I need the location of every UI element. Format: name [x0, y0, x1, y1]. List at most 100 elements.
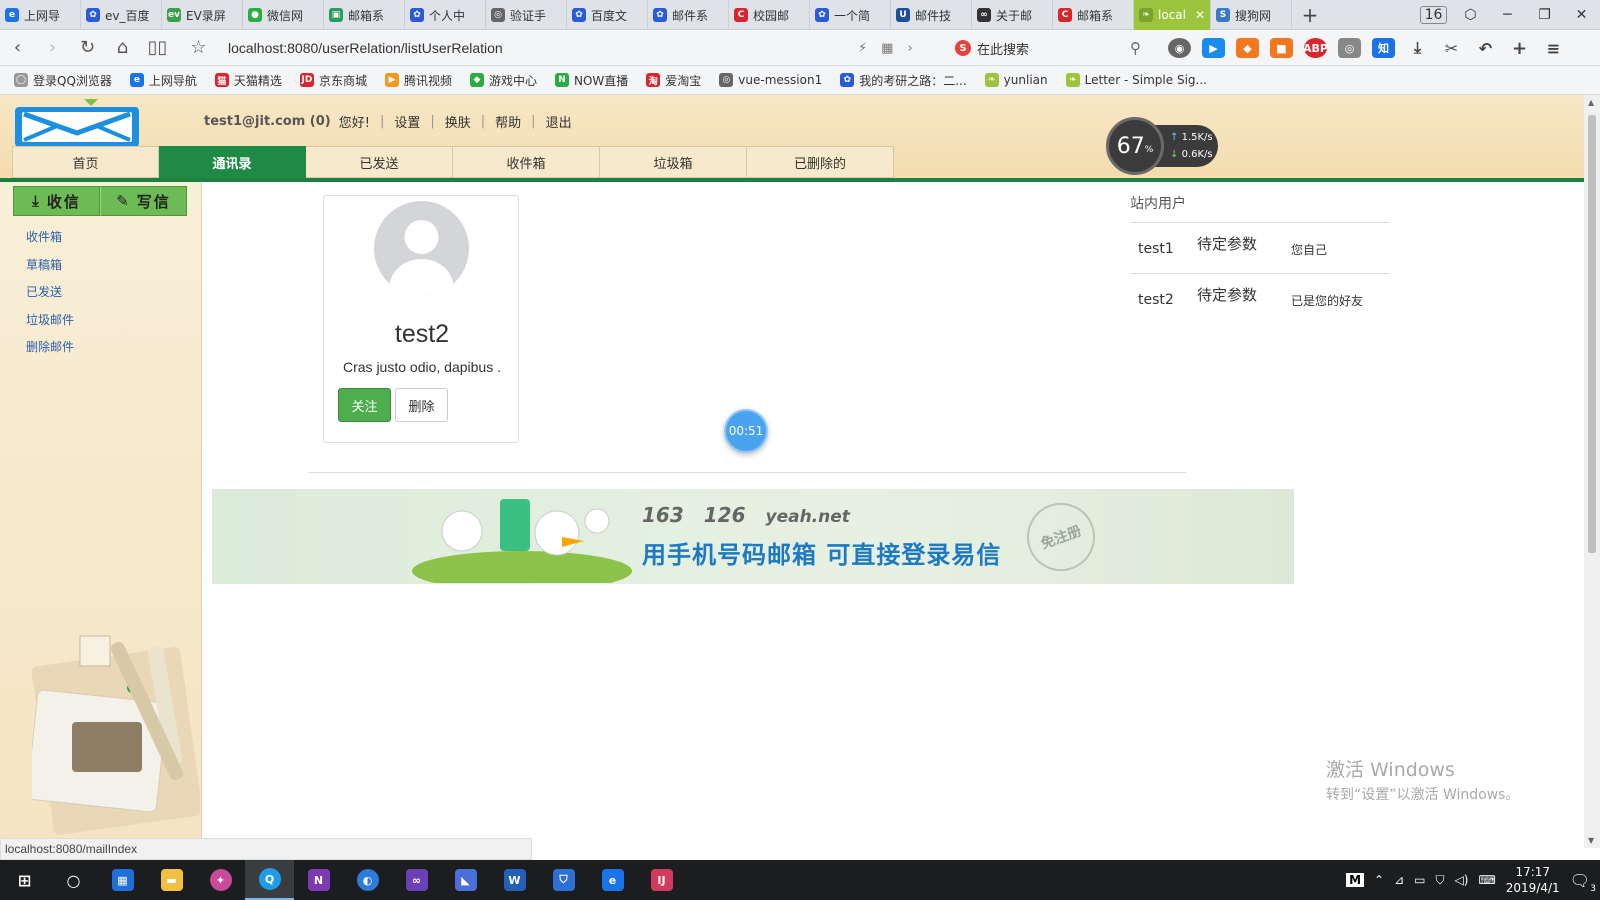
page-scrollbar[interactable]: ▲ ▼ [1584, 95, 1600, 848]
bookmark-item[interactable]: JD 京东商城 [299, 72, 367, 89]
receive-button[interactable]: ⤓ 收信 [13, 186, 100, 216]
taskbar-app-10[interactable]: ◣ [441, 860, 490, 900]
cortana-button[interactable]: ○ [49, 860, 98, 900]
browser-tab[interactable]: ev EV录屏 [162, 0, 243, 30]
adblock-icon[interactable]: ABP [1303, 38, 1328, 58]
ime-indicator[interactable]: M [1346, 873, 1365, 887]
taskbar-vs[interactable]: ∞ [392, 860, 441, 900]
battery-icon[interactable]: ▭ [1414, 873, 1425, 887]
bookmark-item[interactable]: ◎ vue-mession1 [719, 73, 822, 87]
bookmark-item[interactable]: ❧ yunlian [984, 73, 1048, 87]
scroll-up-icon[interactable]: ▲ [1588, 98, 1594, 107]
browser-tab[interactable]: ◎ 验证手 [486, 0, 567, 30]
user-name[interactable]: test1 [1138, 241, 1174, 257]
user-name[interactable]: test2 [1138, 292, 1174, 308]
taskbar-edge[interactable]: e [588, 860, 637, 900]
logout-link[interactable]: 退出 [546, 112, 572, 131]
advertisement-banner[interactable]: 163 126 yeah.net 用手机号码邮箱 可直接登录易信 免注册 [212, 489, 1294, 584]
scrollbar-thumb[interactable] [1588, 115, 1596, 553]
undo-icon[interactable]: ↶ [1474, 38, 1497, 58]
search-placeholder[interactable]: 在此搜索 [977, 39, 1029, 58]
skin-link[interactable]: 换肤 [445, 112, 471, 131]
url-field[interactable]: localhost:8080/userRelation/listUserRela… [228, 40, 828, 56]
settings-link[interactable]: 设置 [394, 112, 420, 131]
restore-button[interactable]: ❐ [1526, 7, 1563, 23]
bookmark-item[interactable]: ▶ 腾讯视频 [384, 72, 452, 89]
browser-tab[interactable]: C 校园邮 [729, 0, 810, 30]
folder-sent[interactable]: 已发送 [26, 283, 74, 311]
nav-deleted[interactable]: 已删除的 [747, 146, 894, 178]
bookmark-item[interactable]: ◯ 登录QQ浏览器 [14, 72, 112, 89]
lightning-icon[interactable]: ⚡ [858, 41, 867, 56]
minimize-button[interactable]: ─ [1489, 7, 1526, 23]
nav-contacts[interactable]: 通讯录 [159, 146, 306, 178]
bookmark-item[interactable]: ◆ 游戏中心 [469, 72, 537, 89]
bookmark-item[interactable]: ✿ 我的考研之路：二... [840, 72, 967, 89]
taskbar-intellij[interactable]: IJ [637, 860, 686, 900]
browser-tab[interactable]: ✿ ev_百度 [81, 0, 162, 30]
delete-button[interactable]: 删除 [395, 388, 448, 422]
browser-tab[interactable]: C 邮箱系 [1053, 0, 1134, 30]
volume-icon[interactable]: ◁) [1455, 873, 1469, 887]
browser-tab[interactable]: ❧ local ✕ [1134, 0, 1211, 30]
browser-tab[interactable]: e 上网导 [0, 0, 81, 30]
browser-tab[interactable]: U 邮件技 [891, 0, 972, 30]
browser-tab[interactable]: S 搜狗网 [1211, 0, 1292, 30]
download-icon[interactable]: ⤓ [1406, 38, 1429, 58]
browser-tab[interactable]: ✿ 百度文 [567, 0, 648, 30]
taskbar-store[interactable]: ▦ [98, 860, 147, 900]
bookmark-item[interactable]: 猫天猫精选 [214, 72, 282, 89]
taskbar-browser2[interactable]: ◐ [343, 860, 392, 900]
forward-button[interactable]: › [35, 37, 70, 58]
compose-button[interactable]: ✎ 写信 [100, 186, 187, 216]
nav-inbox[interactable]: 收件箱 [453, 146, 600, 178]
shield-icon[interactable]: ⛉ [1436, 873, 1445, 888]
nav-sent[interactable]: 已发送 [306, 146, 453, 178]
browser-tab[interactable]: ✿ 个人中 [405, 0, 486, 30]
network-speed-widget[interactable]: ↑ 1.5K/s ↓ 0.6K/s 67% [1106, 117, 1226, 177]
recording-timer[interactable]: 00:51 [724, 409, 768, 453]
taskbar-onenote[interactable]: N [294, 860, 343, 900]
zhihu-icon[interactable]: 知 [1372, 38, 1395, 58]
gamepad-icon[interactable]: ◆ [1236, 38, 1259, 58]
plus-icon[interactable]: + [1508, 38, 1531, 59]
help-link[interactable]: 帮助 [495, 112, 521, 131]
new-tab-button[interactable]: + [1292, 0, 1328, 29]
scissors-icon[interactable]: ✂ [1440, 38, 1463, 58]
search-box[interactable]: S 在此搜索 [955, 30, 1029, 66]
video-icon[interactable]: ■ [1270, 38, 1293, 58]
browser-tab[interactable]: ● 微信网 [243, 0, 324, 30]
folder-spam[interactable]: 垃圾邮件 [26, 311, 74, 339]
notification-icon[interactable]: 🗨 3 [1570, 871, 1596, 894]
bookmark-item[interactable]: N NOW直播 [554, 72, 628, 89]
start-button[interactable]: ⊞ [0, 860, 49, 900]
scroll-down-icon[interactable]: ▼ [1588, 836, 1594, 845]
taskbar-app-5[interactable]: ✦ [196, 860, 245, 900]
nav-home[interactable]: 首页 [12, 146, 159, 178]
reading-mode-icon[interactable]: ▯▯ [140, 37, 175, 58]
sogou-icon[interactable]: S [955, 40, 971, 56]
taskbar-explorer[interactable]: ▬ [147, 860, 196, 900]
browser-tab[interactable]: ✿ 一个简 [810, 0, 891, 30]
browser-tab[interactable]: ✿ 邮件系 [648, 0, 729, 30]
close-tab-icon[interactable]: ✕ [1195, 8, 1205, 22]
browser-tab[interactable]: ∞ 关于邮 [972, 0, 1053, 30]
bookmark-item[interactable]: e 上网导航 [129, 72, 197, 89]
back-button[interactable]: ‹ [0, 37, 35, 58]
network-icon[interactable]: ⊿ [1394, 873, 1404, 887]
clock[interactable]: 17:17 2019/4/1 [1506, 864, 1560, 896]
keyboard-icon[interactable]: ⌨ [1478, 873, 1495, 887]
qr-icon[interactable]: ▦ [881, 41, 893, 56]
nav-trash[interactable]: 垃圾箱 [600, 146, 747, 178]
folder-drafts[interactable]: 草稿箱 [26, 256, 74, 284]
follow-button[interactable]: 关注 [338, 388, 391, 422]
home-icon[interactable]: ⌂ [105, 37, 140, 58]
refresh-icon[interactable]: ↻ [70, 37, 105, 58]
taskbar-defender[interactable]: ⛉ [539, 860, 588, 900]
skin-icon[interactable]: ⬡ [1452, 7, 1489, 23]
chevron-right-icon[interactable]: › [907, 41, 912, 56]
bookmark-item[interactable]: 淘爱淘宝 [646, 72, 701, 89]
folder-deleted[interactable]: 删除邮件 [26, 338, 74, 366]
taskbar-app-11[interactable]: W [490, 860, 539, 900]
shield-icon[interactable]: ◉ [1168, 38, 1191, 58]
